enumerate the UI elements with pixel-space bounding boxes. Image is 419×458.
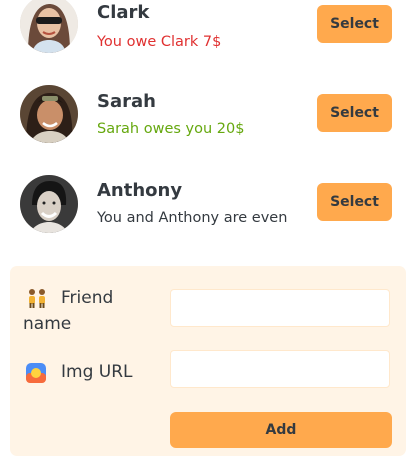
friend-name-label: Friend (61, 288, 114, 308)
avatar-anthony (20, 175, 78, 233)
image-icon (25, 362, 47, 388)
avatar-sarah (20, 85, 78, 143)
friend-item-sarah: Sarah Sarah owes you 20$ Select (0, 84, 419, 164)
friend-name: Anthony (97, 180, 183, 201)
add-friend-button[interactable]: Add (170, 412, 392, 448)
select-friend-button[interactable]: Select (317, 5, 392, 43)
friend-name: Sarah (97, 91, 156, 112)
friend-balance-status: You and Anthony are even (97, 210, 288, 226)
friend-name: Clark (97, 2, 150, 23)
friend-name-input[interactable] (170, 289, 390, 327)
avatar-clark (20, 0, 78, 53)
friend-balance-status: Sarah owes you 20$ (97, 121, 245, 137)
two-people-icon (26, 288, 48, 312)
friend-name-label-cont: name (23, 314, 72, 334)
friend-item-anthony: Anthony You and Anthony are even Select (0, 173, 419, 253)
select-friend-button[interactable]: Select (317, 94, 392, 132)
img-url-input[interactable] (170, 350, 390, 388)
friend-item-clark: Clark You owe Clark 7$ Select (0, 0, 419, 80)
img-url-label: Img URL (61, 362, 133, 382)
friend-balance-status: You owe Clark 7$ (97, 34, 222, 50)
select-friend-button[interactable]: Select (317, 183, 392, 221)
add-friend-form: Friend name Img URL Add (10, 266, 406, 456)
